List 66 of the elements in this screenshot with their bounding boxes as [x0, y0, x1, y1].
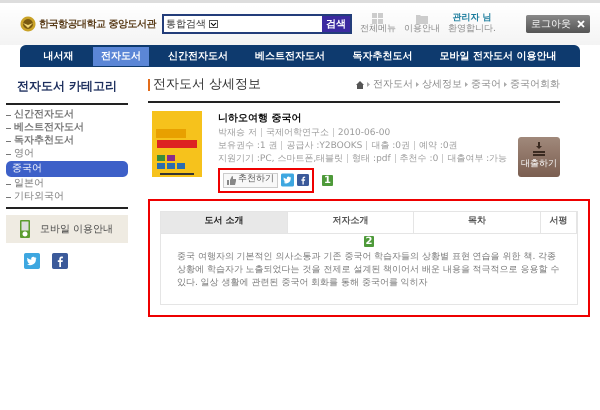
page-title: 전자도서 상세정보 [153, 76, 262, 94]
header-link[interactable]: 이용안내 [404, 13, 440, 35]
dropdown-icon [208, 20, 218, 28]
grid-icon [372, 13, 384, 24]
chevron-icon [416, 82, 419, 88]
book-meta: 국제어학연구소 [266, 126, 329, 138]
chevron-icon [504, 82, 507, 88]
nav-tab[interactable]: 모바일 전자도서 이용안내 [431, 46, 564, 66]
home-icon[interactable] [356, 80, 364, 89]
facebook-icon[interactable] [52, 253, 68, 269]
annotation-number: 1 [322, 174, 333, 186]
search-scope-select[interactable]: 통합검색 [164, 16, 220, 32]
category-item[interactable]: 영어 [14, 148, 34, 160]
book-meta: 공급사 :Y2BOOKS [286, 140, 362, 152]
book-meta: 예약 :0권 [419, 140, 458, 152]
emblem-icon [20, 16, 36, 32]
nav-tab[interactable]: 전자도서 [92, 46, 149, 66]
folder-icon [416, 13, 428, 24]
breadcrumb-link[interactable]: 중국어회화 [510, 77, 560, 92]
download-icon [533, 142, 545, 156]
welcome-text: 환영합니다. [448, 24, 496, 35]
breadcrumb-link[interactable]: 중국어 [471, 77, 501, 92]
header-link[interactable]: 전체메뉴 [360, 13, 396, 35]
book-meta: 보유권수 :1 권 [218, 140, 278, 152]
title-marker [148, 78, 150, 91]
book-meta: 박재승 저 [218, 126, 257, 138]
nav-tab[interactable]: 신간전자도서 [160, 46, 236, 66]
dash-icon [6, 196, 11, 198]
thumbs-up-icon [227, 176, 236, 184]
nav-tab[interactable]: 내서재 [36, 46, 82, 66]
library-logo[interactable]: 한국항공대학교 중앙도서관 [39, 16, 156, 32]
dash-icon [6, 114, 11, 116]
breadcrumb-link[interactable]: 상세정보 [422, 77, 462, 92]
close-icon [577, 20, 585, 28]
category-item[interactable]: 신간전자도서 [14, 109, 74, 121]
book-description: 중국 여행자의 기본적인 의사소통과 기존 중국어 학습자들의 상황별 표현 연습을 위한 책. 각종 상황에 학습자가 노출되었다는 것을 전제로 설계된 책이어서 배운 내용을 적극적으로 응용할 수 있다. 일상 생활에 관련된 중국어 회화를 통해 중국어를 익히자 [176, 250, 560, 290]
book-meta: 지원기기 :PC, 스마트폰,태블릿 [218, 152, 344, 164]
chevron-icon [367, 82, 370, 88]
book-meta: 형태 :pdf [352, 152, 391, 164]
category-item[interactable]: 일본어 [14, 178, 44, 190]
annotation-number: 2 [364, 236, 374, 246]
category-item[interactable]: 베스트전자도서 [14, 122, 84, 134]
breadcrumb-link[interactable]: 전자도서 [373, 77, 413, 92]
sidebar-title: 전자도서 카테고리 [6, 77, 128, 105]
book-meta: 대출 :0권 [371, 140, 410, 152]
facebook-icon[interactable] [297, 173, 309, 187]
logout-button[interactable]: 로그아웃 [526, 15, 590, 33]
category-item[interactable]: 기타외국어 [14, 191, 64, 203]
info-tab[interactable]: 도서 소개 [161, 212, 288, 232]
twitter-icon[interactable] [24, 253, 40, 269]
user-name: 관리자 님 [452, 13, 492, 24]
recommend-button[interactable]: 추천하기 [223, 172, 278, 188]
book-meta: 추천수 :0 [400, 152, 438, 164]
book-meta: 2010-06-00 [338, 126, 390, 138]
category-item[interactable]: 독자추천도서 [14, 135, 74, 147]
nav-tab[interactable]: 독자추천도서 [344, 46, 420, 66]
dash-icon [6, 140, 11, 142]
book-meta: 대출여부 :가능 [447, 152, 508, 164]
book-title: 니하오여행 중국어 [218, 112, 302, 126]
nav-tab[interactable]: 베스트전자도서 [247, 46, 334, 66]
mobile-guide-banner[interactable]: 모바일 이용안내 [6, 215, 128, 243]
category-item[interactable]: 중국어 [6, 161, 128, 177]
chevron-icon [465, 82, 468, 88]
loan-button[interactable]: 대출하기 [518, 136, 560, 176]
search-button[interactable]: 검색 [322, 16, 350, 32]
info-tab[interactable]: 저자소개 [288, 212, 414, 232]
